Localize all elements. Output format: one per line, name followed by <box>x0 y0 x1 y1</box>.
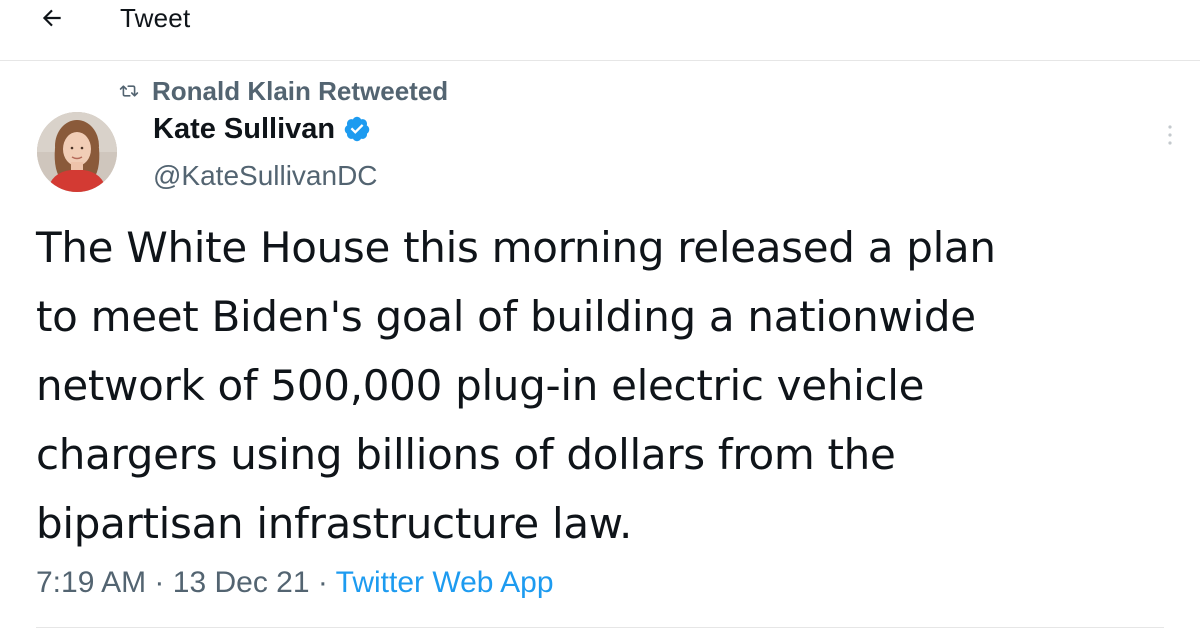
arrow-left-icon <box>39 5 65 36</box>
tweet-text-line: The White House this morning released a … <box>36 223 996 272</box>
tweet-page: Tweet Ronald Klain Retweeted Kate Sulliv… <box>0 0 1200 631</box>
author-name: Kate Sullivan <box>153 112 336 145</box>
tweet-text-line: bipartisan infrastructure law. <box>36 499 633 548</box>
divider <box>36 627 1164 628</box>
more-vertical-icon <box>1167 123 1173 152</box>
tweet-date[interactable]: 13 Dec 21 <box>173 566 310 599</box>
tweet-text-line: chargers using billions of dollars from … <box>36 430 896 479</box>
meta-separator: · <box>154 566 165 599</box>
top-bar: Tweet <box>0 0 1200 61</box>
tweet-metadata: 7:19 AM · 13 Dec 21 · Twitter Web App <box>36 566 554 600</box>
tweet-text-line: to meet Biden's goal of building a natio… <box>36 292 976 341</box>
retweet-context[interactable]: Ronald Klain Retweeted <box>118 74 448 108</box>
tweet-text: The White House this morning released a … <box>36 213 1176 558</box>
retweet-icon <box>118 80 140 102</box>
author-name-row[interactable]: Kate Sullivan <box>153 110 373 148</box>
tweet-source-link[interactable]: Twitter Web App <box>336 566 554 599</box>
tweet-text-line: network of 500,000 plug-in electric vehi… <box>36 361 925 410</box>
verified-badge-icon <box>343 114 373 144</box>
tweet-time[interactable]: 7:19 AM <box>36 566 146 599</box>
author-handle[interactable]: @KateSullivanDC <box>153 160 378 192</box>
back-button[interactable] <box>30 2 74 38</box>
page-title: Tweet <box>120 3 191 33</box>
more-options-button[interactable] <box>1160 122 1180 152</box>
avatar[interactable] <box>37 112 117 192</box>
meta-separator: · <box>317 566 328 599</box>
retweet-label: Ronald Klain Retweeted <box>152 75 449 106</box>
